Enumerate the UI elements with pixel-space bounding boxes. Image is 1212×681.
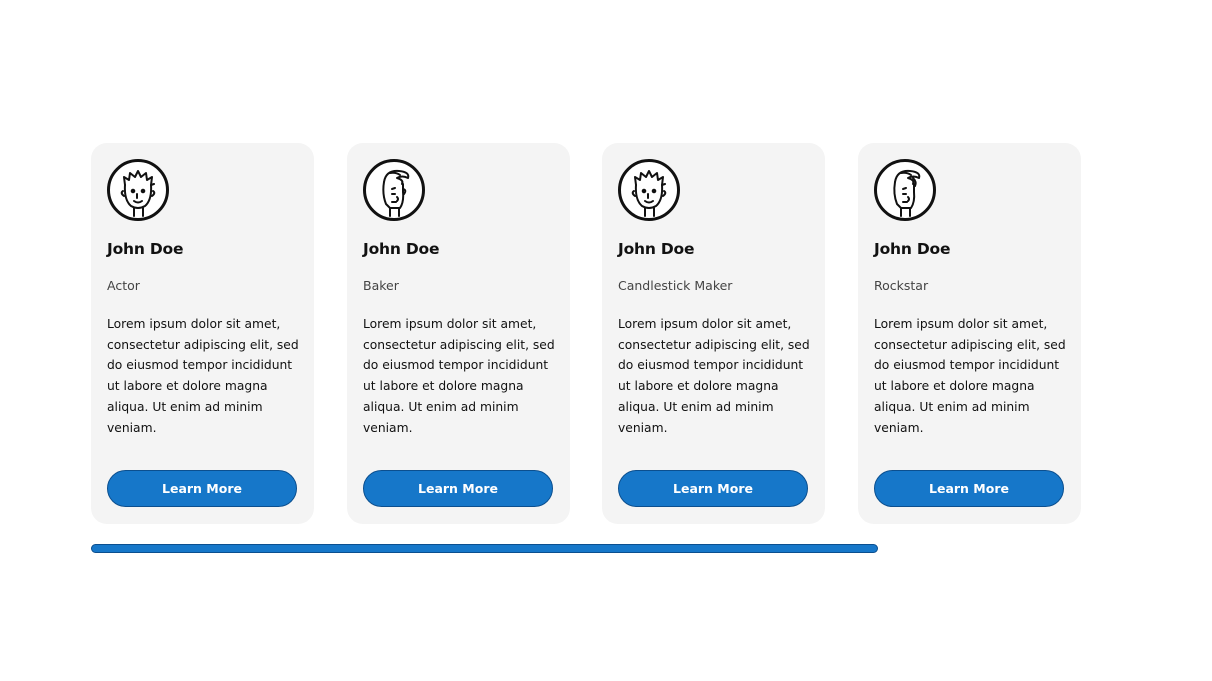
learn-more-button[interactable]: Learn More (618, 470, 808, 507)
card-role: Actor (107, 278, 140, 293)
learn-more-button[interactable]: Learn More (107, 470, 297, 507)
card-name: John Doe (363, 240, 440, 258)
card-description: Lorem ipsum dolor sit amet, consectetur … (874, 317, 1066, 435)
quiff-hair-face-icon (363, 159, 425, 221)
curly-hair-face-icon (107, 159, 169, 221)
profile-card-baker: John Doe Baker Lorem ipsum dolor sit ame… (347, 143, 570, 524)
card-role: Baker (363, 278, 399, 293)
card-carousel: John Doe Actor Lorem ipsum dolor sit ame… (91, 143, 1091, 524)
horizontal-scrollbar[interactable] (91, 544, 878, 554)
card-description: Lorem ipsum dolor sit amet, consectetur … (107, 317, 299, 435)
profile-card-candlestick-maker: John Doe Candlestick Maker Lorem ipsum d… (602, 143, 825, 524)
learn-more-button[interactable]: Learn More (363, 470, 553, 507)
curly-hair-face-icon (618, 159, 680, 221)
profile-card-actor: John Doe Actor Lorem ipsum dolor sit ame… (91, 143, 314, 524)
card-name: John Doe (618, 240, 695, 258)
card-description: Lorem ipsum dolor sit amet, consectetur … (363, 317, 555, 435)
card-name: John Doe (107, 240, 184, 258)
card-description: Lorem ipsum dolor sit amet, consectetur … (618, 317, 810, 435)
learn-more-button[interactable]: Learn More (874, 470, 1064, 507)
profile-card-rockstar: John Doe Rockstar Lorem ipsum dolor sit … (858, 143, 1081, 524)
quiff-hair-face-icon (874, 159, 936, 221)
card-name: John Doe (874, 240, 951, 258)
card-role: Candlestick Maker (618, 278, 733, 293)
scrollbar-thumb[interactable] (91, 544, 878, 553)
card-role: Rockstar (874, 278, 929, 293)
